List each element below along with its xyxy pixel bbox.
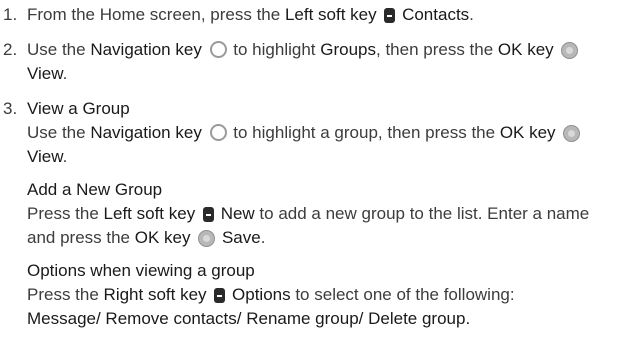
ok-key-label: OK key [134,228,191,247]
period: . [62,147,68,166]
step-2-text: Use the [27,40,91,59]
options-text-start: Press the [27,285,104,304]
add-group-text-start: Press the [27,204,104,223]
navigation-key-icon [209,124,227,141]
step-text: From the Home screen, press the Left sof… [27,3,621,27]
step-2-text-mid: to highlight [228,40,321,59]
period: . [260,228,266,247]
period: . [469,5,474,24]
right-softkey-icon [214,288,226,303]
period: . [62,64,68,83]
left-softkey-icon [384,8,396,23]
view-label: View [27,147,63,166]
section-title: Add a New Group [27,180,163,199]
navigation-key-label: Navigation key [90,123,202,142]
add-group-section: Add a New Group Press the Left soft key … [27,178,615,250]
section-title: View a Group [27,99,130,118]
options-section: Options when viewing a group Press the R… [27,259,615,331]
contacts-label: Contacts [402,5,470,24]
navigation-key-icon [209,41,227,58]
view-label: View [27,64,63,83]
add-group-text: Press the Left soft key New to add a new… [27,202,615,250]
step-1-text: From the Home screen, press the [27,5,285,24]
ok-key-label: OK key [497,40,554,59]
step-2-text-end: , then press the [376,40,498,59]
options-text: Press the Right soft key Options to sele… [27,283,615,331]
ok-key-icon [561,42,579,59]
right-soft-key-label: Right soft key [103,285,207,304]
ok-key-icon [563,125,581,142]
save-label: Save [221,228,261,247]
step-3-text-mid: to highlight a group, then press the [228,123,500,142]
options-label: Options [232,285,291,304]
ok-key-label: OK key [499,123,556,142]
step-text: View a Group Use the Navigation key to h… [27,97,621,331]
groups-label: Groups [320,40,376,59]
left-softkey-icon [202,207,214,222]
left-soft-key-label: Left soft key [284,5,377,24]
step-text: Use the Navigation key to highlight Grou… [27,38,621,86]
step-2: 2. Use the Navigation key to highlight G… [3,38,621,86]
step-number: 1. [3,5,18,24]
view-group-text: Use the Navigation key to highlight a gr… [27,121,615,169]
step-3: 3. View a Group Use the Navigation key t… [3,97,621,331]
options-text-end: to select one of the following: [290,285,515,304]
step-3-text: Use the [27,123,91,142]
ok-key-icon [198,230,216,247]
step-number: 2. [3,40,18,59]
step-number: 3. [3,99,18,118]
section-title: Options when viewing a group [27,261,255,280]
left-soft-key-label: Left soft key [103,204,196,223]
manual-page: 1. From the Home screen, press the Left … [0,0,621,340]
step-1: 1. From the Home screen, press the Left … [3,3,621,27]
new-label: New [220,204,255,223]
options-list: Message/ Remove contacts/ Rename group/ … [27,309,471,328]
navigation-key-label: Navigation key [90,40,202,59]
